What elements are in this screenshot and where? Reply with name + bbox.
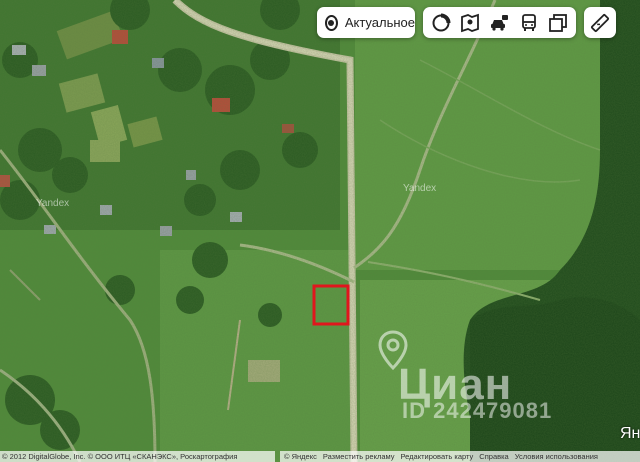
map-label: Yandex [403,183,437,194]
copyright-text: © 2012 DigitalGlobe, Inc. © ООО ИТЦ «СКА… [0,451,275,462]
panorama-icon[interactable] [456,9,484,37]
watermark-id: ID 242479081 [402,398,553,423]
layers-icon[interactable] [544,9,572,37]
footer-link[interactable]: Условия использования [515,451,598,462]
map-label: Yandex [36,198,70,209]
footer-link[interactable]: Справка [479,451,508,462]
traffic-car-icon[interactable] [485,9,513,37]
layer-label: Актуальное [344,15,415,30]
ruler-icon [586,9,614,37]
footer-link[interactable]: Редактировать карту [401,451,474,462]
satellite-layer-icon[interactable] [427,9,455,37]
footer-links: © Яндекс Разместить рекламу Редактироват… [280,451,640,462]
map-toolbar [423,7,576,38]
satellite-map[interactable] [0,0,640,462]
transit-bus-icon[interactable] [515,9,543,37]
footer-link[interactable]: © Яндекс [284,451,317,462]
yandex-logo: Ян [620,425,640,442]
radio-icon [325,14,338,31]
layer-toggle-button[interactable]: Актуальное [317,7,415,38]
ruler-button[interactable] [584,7,616,38]
footer-link[interactable]: Разместить рекламу [323,451,395,462]
